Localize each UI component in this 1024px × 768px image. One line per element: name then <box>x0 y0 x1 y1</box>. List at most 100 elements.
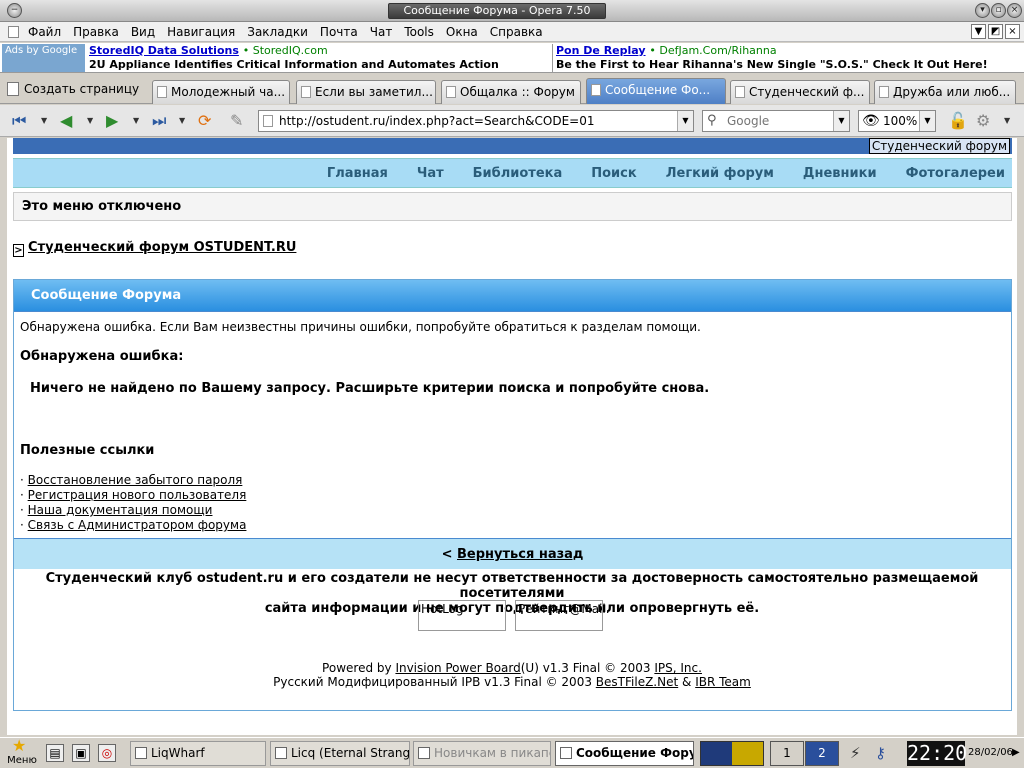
tab-forum-message[interactable]: Сообщение Фо... <box>586 78 726 104</box>
tab-youth-chat[interactable]: Молодежный ча... <box>152 80 290 104</box>
minimize-button[interactable]: ▾ <box>975 3 990 18</box>
fast-forward-icon[interactable]: ⏭ <box>152 113 166 129</box>
link-help-docs[interactable]: Наша документация помощи <box>28 503 213 517</box>
ad-storediq-link[interactable]: StoredIQ Data Solutions <box>89 44 239 57</box>
task-label: Новичкам в пикапе. С <box>434 746 550 760</box>
task-opera-forum-message[interactable]: Сообщение Форума - <box>555 741 694 766</box>
nav-lite-forum[interactable]: Легкий форум <box>666 166 774 181</box>
task-liqwharf[interactable]: LiqWharf <box>130 741 266 766</box>
start-label: Меню <box>7 755 37 766</box>
lock-icon[interactable]: 🔓 <box>948 113 968 129</box>
ad-rihanna-text: Be the First to Hear Rihanna's New Singl… <box>556 58 988 71</box>
ad-rihanna[interactable]: Pon De Replay • DefJam.Com/Rihanna Be th… <box>556 44 988 72</box>
panels-icon[interactable]: ⚙ <box>976 113 990 129</box>
close-button[interactable]: × <box>1007 3 1022 18</box>
ad-storediq[interactable]: StoredIQ Data Solutions • StoredIQ.com 2… <box>89 44 499 72</box>
task-licq[interactable]: Licq (Eternal Stranger) <box>270 741 410 766</box>
address-bar[interactable]: ▼ <box>258 110 694 132</box>
window-menu-button[interactable]: − <box>7 3 22 18</box>
page-icon <box>735 86 745 98</box>
menu-help[interactable]: Справка <box>489 24 544 40</box>
maximize-button[interactable]: ▫ <box>991 3 1006 18</box>
tab-label: Сообщение Фо... <box>605 83 711 97</box>
tab-if-you-noticed[interactable]: Если вы заметил... <box>296 80 436 104</box>
workspace-1[interactable]: 1 <box>770 741 804 766</box>
workspace-2[interactable]: 2 <box>805 741 839 766</box>
menu-mail[interactable]: Почта <box>319 24 359 40</box>
search-box[interactable]: ⚲ ▼ <box>702 110 850 132</box>
link-recover-password[interactable]: Восстановление забытого пароля <box>28 473 243 487</box>
task-opera-newbies[interactable]: Новичкам в пикапе. С <box>413 741 551 766</box>
breadcrumb-forum-link[interactable]: Студенческий форум OSTUDENT.RU <box>28 240 296 255</box>
search-input[interactable] <box>703 111 813 131</box>
close-page-icon[interactable]: × <box>1005 24 1020 39</box>
back-link[interactable]: Вернуться назад <box>457 547 583 562</box>
back-icon[interactable]: ◀ <box>60 113 72 129</box>
app-icon <box>275 747 287 759</box>
chevron-down-icon[interactable]: ▼ <box>179 116 185 125</box>
message-box: Сообщение Форума Обнаружена ошибка. Если… <box>13 279 1012 711</box>
useful-links-title: Полезные ссылки <box>20 443 155 458</box>
menu-bookmarks[interactable]: Закладки <box>246 24 309 40</box>
file-manager-icon[interactable]: ▤ <box>46 744 64 762</box>
tab-chat-forum[interactable]: Общалка :: Форум <box>441 80 581 104</box>
chevron-down-icon[interactable]: ▼ <box>833 111 849 131</box>
chevron-down-icon[interactable]: ▼ <box>677 111 693 131</box>
bestfilez-link[interactable]: BesTFileZ.Net <box>596 675 678 689</box>
forum-brand[interactable]: Студенческий форум <box>868 138 1010 154</box>
nav-library[interactable]: Библиотека <box>473 166 563 181</box>
key-icon[interactable]: ⚷ <box>875 744 886 762</box>
zoom-level: 100% <box>883 114 918 128</box>
tab-student-forum[interactable]: Студенческий ф... <box>730 80 870 104</box>
start-menu-button[interactable]: ★ Меню <box>2 736 42 767</box>
nav-galleries[interactable]: Фотогалереи <box>906 166 1005 181</box>
reload-icon[interactable]: ⟳ <box>198 113 211 129</box>
tab-label: Молодежный ча... <box>171 85 286 99</box>
task-label: LiqWharf <box>151 746 205 760</box>
chevron-down-icon[interactable]: ▼ <box>133 116 139 125</box>
link-contact-admin[interactable]: Связь с Администратором форума <box>28 518 247 532</box>
error-intro: Обнаружена ошибка. Если Вам неизвестны п… <box>20 320 701 334</box>
forward-icon[interactable]: ▶ <box>106 113 118 129</box>
menu-tools[interactable]: Tools <box>403 24 435 40</box>
ibr-team-link[interactable]: IBR Team <box>695 675 751 689</box>
tab-list-icon[interactable]: ▼ <box>971 24 986 39</box>
hotlog-counter[interactable]: HotLog <box>418 600 506 631</box>
menu-file[interactable]: Файл <box>27 24 62 40</box>
tab-friendship[interactable]: Дружба или люб... <box>874 80 1016 104</box>
nav-chat[interactable]: Чат <box>417 166 444 181</box>
nav-search[interactable]: Поиск <box>591 166 636 181</box>
ips-link[interactable]: IPS, Inc. <box>654 661 702 675</box>
link-register[interactable]: Регистрация нового пользователя <box>28 488 247 502</box>
app-icon <box>418 747 430 759</box>
url-input[interactable] <box>259 111 659 131</box>
chevron-down-icon[interactable]: ▼ <box>1004 116 1010 125</box>
menu-view[interactable]: Вид <box>130 24 156 40</box>
ads-by-google[interactable]: Ads by Google <box>2 44 85 72</box>
chevron-down-icon[interactable]: ▼ <box>87 116 93 125</box>
nav-blogs[interactable]: Дневники <box>803 166 877 181</box>
ad-rihanna-link[interactable]: Pon De Replay <box>556 44 646 57</box>
target-icon[interactable]: ◎ <box>98 744 116 762</box>
star-icon: ★ <box>12 736 27 755</box>
zoom-control[interactable]: 👁 100% ▼ <box>858 110 936 132</box>
mailru-counter[interactable]: Рейтинг@Mail. <box>515 600 610 631</box>
restore-page-icon[interactable]: ◩ <box>988 24 1003 39</box>
breadcrumb: > Студенческий форум OSTUDENT.RU <box>13 240 296 257</box>
ipb-link[interactable]: Invision Power Board <box>395 661 520 675</box>
menu-navigation[interactable]: Навигация <box>166 24 236 40</box>
window-titlebar[interactable]: − Сообщение Форума - Opera 7.50 ▾ ▫ × <box>0 0 1024 22</box>
chevron-right-icon[interactable]: ▶ <box>1012 747 1020 758</box>
new-tab-button[interactable]: Создать страницу <box>4 78 139 100</box>
nav-home[interactable]: Главная <box>327 166 388 181</box>
terminal-icon[interactable]: ▣ <box>72 744 90 762</box>
menu-edit[interactable]: Правка <box>72 24 120 40</box>
menu-windows[interactable]: Окна <box>445 24 479 40</box>
edit-icon[interactable]: ✎ <box>230 113 243 129</box>
menu-chat[interactable]: Чат <box>369 24 394 40</box>
rewind-icon[interactable]: ⏮ <box>12 113 26 129</box>
chevron-down-icon[interactable]: ▼ <box>41 116 47 125</box>
network-icon[interactable]: ⚡ <box>850 744 861 762</box>
chevron-down-icon[interactable]: ▼ <box>919 111 935 131</box>
menu-bar: Файл Правка Вид Навигация Закладки Почта… <box>0 22 1024 42</box>
